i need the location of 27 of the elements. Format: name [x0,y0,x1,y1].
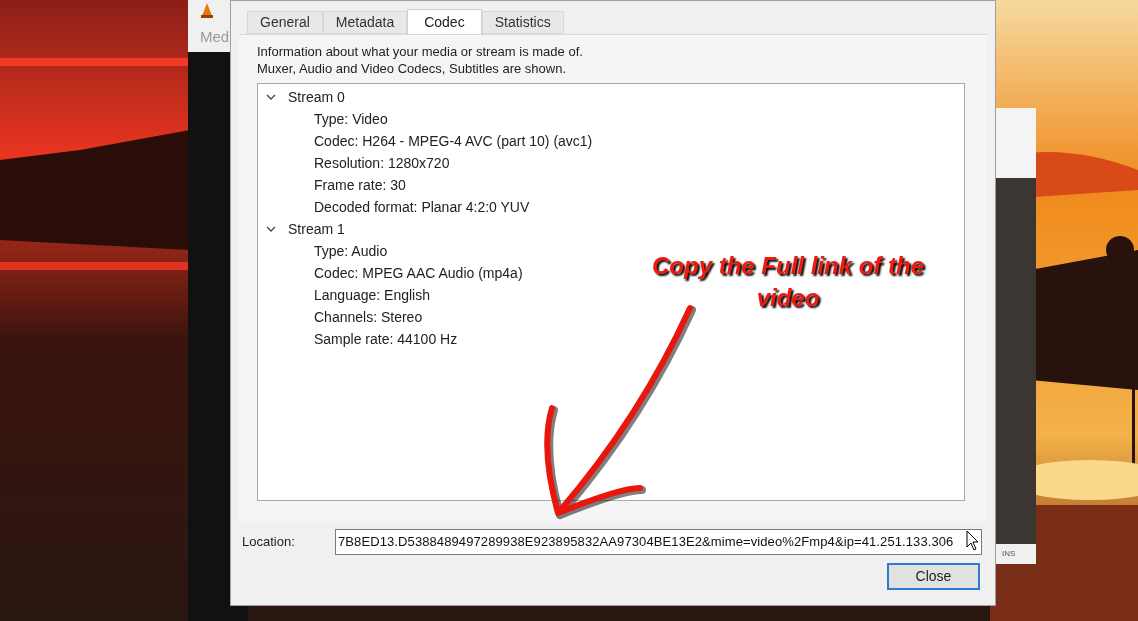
description-text: Information about what your media or stream is made of. [257,43,584,60]
tab[interactable]: Metadata [322,11,408,34]
tree-item[interactable]: Channels: Stereo [314,306,423,328]
tree-item[interactable]: Stream 1 [288,218,345,240]
location-field[interactable]: 7B8ED13.D5388489497289938E923895832AA97304BE13E2&mime=video%2Fmp4&ip=41.251.133.306 [335,529,982,555]
tree-item[interactable]: Codec: H264 - MPEG-4 AVC (part 10) (avc1) [314,130,593,152]
description-text: Muxer, Audio and Video Codecs, Subtitles are shown. [257,60,568,77]
location-label: Location: [242,533,296,552]
tab[interactable]: General [247,11,323,34]
tree-item[interactable]: Codec: MPEG AAC Audio (mp4a) [314,262,523,284]
mouse-pointer-icon [966,530,980,552]
annotation-text: Copy the Full link of the video [651,251,925,313]
tree-item[interactable]: Stream 0 [288,86,345,108]
tab[interactable]: Codec [407,9,482,34]
tree-item[interactable]: Resolution: 1280x720 [314,152,450,174]
tree-item[interactable]: Sample rate: 44100 Hz [314,328,458,350]
tree-item[interactable]: Decoded format: Planar 4:2:0 YUV [314,196,530,218]
tree-item[interactable]: Type: Video [314,108,388,130]
tree-item[interactable]: Type: Audio [314,240,388,262]
chevron-down-icon[interactable] [266,92,276,102]
status-text: INS [1002,548,1016,560]
tree-item[interactable]: Language: English [314,284,430,306]
tree-item[interactable]: Frame rate: 30 [314,174,406,196]
tab[interactable]: Statistics [481,11,564,34]
close-button[interactable]: Close [887,563,980,590]
chevron-down-icon[interactable] [266,224,276,234]
cone-icon [200,2,214,18]
